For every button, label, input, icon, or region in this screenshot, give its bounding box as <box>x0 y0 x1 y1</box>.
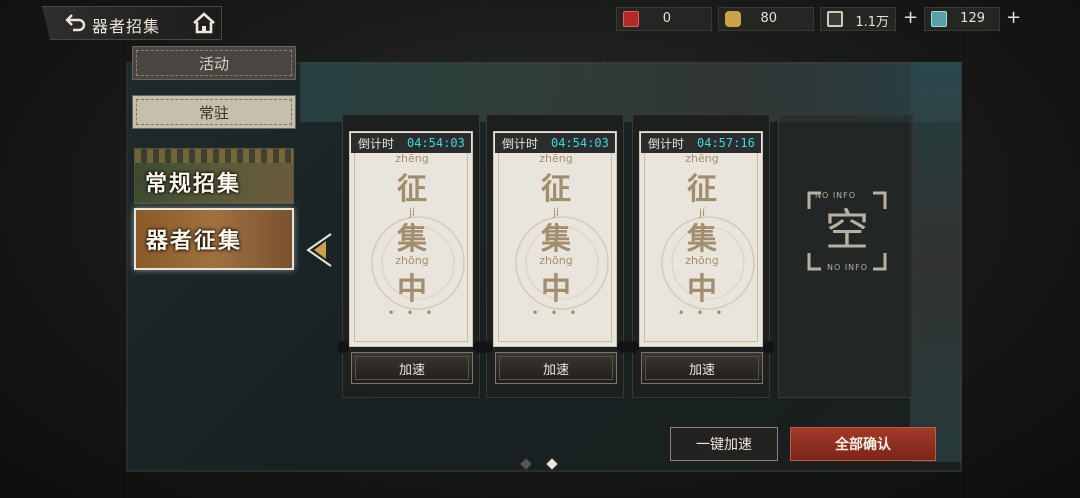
add-gem-button[interactable]: + <box>1006 8 1021 28</box>
button-label: 一键加速 <box>696 437 752 453</box>
countdown-time: 04:54:03 <box>551 136 609 150</box>
countdown-label: 倒计时 <box>648 136 685 151</box>
red-card-icon <box>623 11 639 27</box>
countdown-time: 04:54:03 <box>407 136 465 150</box>
speed-up-button[interactable]: 加速 <box>641 352 763 384</box>
recruit-ticket: zhēng 征 jí 集 zhōng 中 • • • 倒计时 04:54:03 … <box>481 114 629 398</box>
speed-up-button[interactable]: 加速 <box>351 352 473 384</box>
coin-icon <box>827 11 843 27</box>
speed-up-button[interactable]: 加速 <box>495 352 617 384</box>
ticket-char-2: 集 <box>687 222 717 257</box>
tab-label: 常驻 <box>198 103 229 122</box>
button-label: 加速 <box>688 362 715 378</box>
ticket-paper: zhēng 征 jí 集 zhōng 中 • • • <box>639 131 763 347</box>
button-label: 加速 <box>542 362 569 378</box>
ticket-char-2: 集 <box>541 222 571 257</box>
countdown-label: 倒计时 <box>358 136 395 151</box>
ticket-dots: • • • <box>387 306 437 320</box>
resource-gold-bag: 80 <box>718 7 814 31</box>
ticket-char-3: 中 <box>687 272 717 307</box>
ticket-notch <box>627 341 639 353</box>
ticket-char-1: 征 <box>687 172 717 207</box>
ticket-dots: • • • <box>677 306 727 320</box>
resource-gem: 129 <box>924 7 1000 31</box>
category-label: 器者征集 <box>146 228 243 254</box>
ticket-char-2: 集 <box>397 222 427 257</box>
ticket-notch <box>337 341 349 353</box>
empty-ticket-slot: NO INFO 空 NO INFO <box>778 114 914 398</box>
countdown-label: 倒计时 <box>502 136 539 151</box>
gem-icon <box>931 11 947 27</box>
recruit-ticket: zhēng 征 jí 集 zhōng 中 • • • 倒计时 04:54:03 … <box>337 114 485 398</box>
resource-red-card: 0 <box>616 7 712 31</box>
tab-activity[interactable]: 活动 <box>132 46 296 80</box>
countdown-bar: 倒计时 04:54:03 <box>495 133 615 153</box>
recruit-ticket: zhēng 征 jí 集 zhōng 中 • • • 倒计时 04:57:16 … <box>627 114 775 398</box>
empty-char: 空 <box>825 205 869 256</box>
tab-standard[interactable]: 常驻 <box>132 95 296 129</box>
selection-arrow-icon <box>305 232 333 268</box>
ticket-paper: zhēng 征 jí 集 zhōng 中 • • • <box>349 131 473 347</box>
panel-artwork-top <box>300 62 960 122</box>
category-label: 常规招集 <box>145 171 242 197</box>
home-icon[interactable] <box>188 8 220 38</box>
ticket-char-3: 中 <box>397 272 427 307</box>
page-title: 器者招集 <box>92 17 161 36</box>
ticket-char-3: 中 <box>541 272 571 307</box>
ticket-paper: zhēng 征 jí 集 zhōng 中 • • • <box>493 131 617 347</box>
speed-up-all-button[interactable]: 一键加速 <box>670 427 778 461</box>
resource-coin: 1.1万 <box>820 7 896 31</box>
category-regular-recruit[interactable]: 常规招集 <box>134 148 294 204</box>
ticket-notch <box>481 341 493 353</box>
panel-artwork-right <box>910 62 962 462</box>
resource-value: 1.1万 <box>855 15 889 30</box>
ticket-dots: • • • <box>531 306 581 320</box>
countdown-bar: 倒计时 04:57:16 <box>641 133 761 153</box>
category-equip-recruit[interactable]: 器者征集 <box>134 208 294 270</box>
resource-value: 80 <box>760 11 777 26</box>
resource-value: 129 <box>960 11 985 26</box>
add-coin-button[interactable]: + <box>903 8 918 28</box>
tab-label: 活动 <box>198 54 229 73</box>
confirm-all-button[interactable]: 全部确认 <box>790 427 936 461</box>
countdown-bar: 倒计时 04:54:03 <box>351 133 471 153</box>
button-label: 加速 <box>398 362 425 378</box>
countdown-time: 04:57:16 <box>697 136 755 150</box>
ticket-char-1: 征 <box>541 172 571 207</box>
back-arrow-icon[interactable] <box>64 11 90 33</box>
gold-bag-icon <box>725 11 741 27</box>
no-info-caption: NO INFO <box>827 263 869 272</box>
resource-value: 0 <box>662 11 671 26</box>
button-label: 全部确认 <box>835 437 891 453</box>
ticket-notch <box>763 341 775 353</box>
ticket-char-1: 征 <box>397 172 427 207</box>
